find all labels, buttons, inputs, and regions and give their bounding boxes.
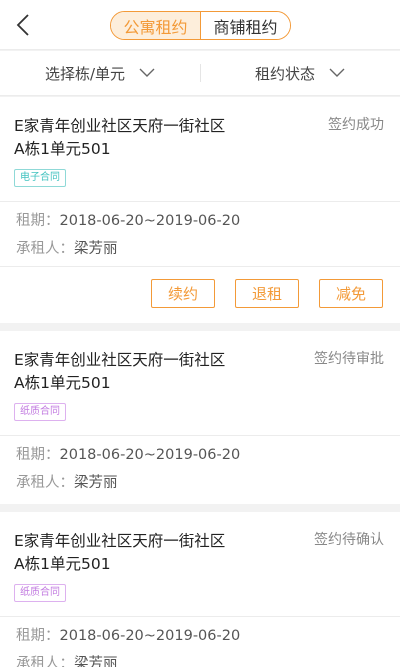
tenant-label: 承租人： — [16, 475, 74, 491]
tab-shop-lease[interactable]: 商铺租约 — [201, 12, 290, 39]
address-line-1: E家青年创业社区天府一街社区 — [14, 117, 226, 135]
contract-type-badge: 纸质合同 — [14, 403, 66, 421]
tenant: 承租人：梁芳丽 — [16, 654, 118, 667]
renew-button[interactable]: 续约 — [151, 279, 215, 308]
tenant-name: 梁芳丽 — [74, 656, 118, 667]
building-unit-filter[interactable]: 选择栋/单元 — [0, 51, 200, 95]
lease-type-switch: 公寓租约 商铺租约 — [110, 11, 291, 40]
terminate-lease-button[interactable]: 退租 — [235, 279, 299, 308]
card-actions: 续约 退租 减免 — [0, 266, 400, 324]
lease-period-value: 2018-06-20~2019-06-20 — [59, 213, 241, 229]
contract-card[interactable]: E家青年创业社区天府一街社区 A栋1单元501 签约待审批 纸质合同 租期：20… — [0, 331, 400, 504]
building-unit-filter-label: 选择栋/单元 — [44, 64, 126, 83]
contract-address: E家青年创业社区天府一街社区 A栋1单元501 — [14, 530, 284, 576]
contract-address: E家青年创业社区天府一街社区 A栋1单元501 — [14, 349, 284, 395]
address-line-1: E家青年创业社区天府一街社区 — [14, 532, 226, 550]
tenant-name: 梁芳丽 — [74, 241, 118, 257]
lease-period: 租期：2018-06-20~2019-06-20 — [16, 211, 240, 231]
lease-period-label: 租期： — [16, 213, 60, 229]
chevron-down-icon — [139, 68, 155, 78]
contract-type-badge: 电子合同 — [14, 169, 66, 187]
address-line-2: A栋1单元501 — [14, 140, 111, 158]
address-line-2: A栋1单元501 — [14, 555, 111, 573]
lease-status-filter[interactable]: 租约状态 — [200, 51, 400, 95]
lease-period-value: 2018-06-20~2019-06-20 — [59, 447, 241, 463]
lease-period: 租期：2018-06-20~2019-06-20 — [16, 445, 240, 465]
contract-card[interactable]: E家青年创业社区天府一街社区 A栋1单元501 签约待确认 纸质合同 租期：20… — [0, 512, 400, 667]
rent-reduction-button[interactable]: 减免 — [319, 279, 383, 308]
back-arrow-icon — [16, 14, 29, 36]
contract-status: 签约待审批 — [314, 351, 384, 367]
chevron-down-icon — [329, 68, 345, 78]
contract-address: E家青年创业社区天府一街社区 A栋1单元501 — [14, 115, 284, 161]
card-divider — [0, 435, 400, 436]
tab-apartment-lease[interactable]: 公寓租约 — [111, 12, 201, 39]
address-line-1: E家青年创业社区天府一街社区 — [14, 351, 226, 369]
lease-status-filter-label: 租约状态 — [254, 64, 315, 83]
back-button[interactable] — [6, 8, 40, 42]
lease-period-label: 租期： — [16, 447, 60, 463]
contract-card[interactable]: E家青年创业社区天府一街社区 A栋1单元501 签约成功 电子合同 租期：201… — [0, 97, 400, 323]
tenant-name: 梁芳丽 — [74, 475, 118, 491]
lease-period: 租期：2018-06-20~2019-06-20 — [16, 626, 240, 646]
tenant: 承租人：梁芳丽 — [16, 239, 118, 259]
lease-period-value: 2018-06-20~2019-06-20 — [59, 628, 241, 644]
tenant-label: 承租人： — [16, 656, 74, 667]
filter-bar: 选择栋/单元 租约状态 — [0, 51, 400, 96]
card-divider — [0, 201, 400, 202]
address-line-2: A栋1单元501 — [14, 374, 111, 392]
tenant-label: 承租人： — [16, 241, 74, 257]
contract-type-badge: 纸质合同 — [14, 584, 66, 602]
contract-status: 签约成功 — [328, 117, 384, 133]
contract-status: 签约待确认 — [314, 532, 384, 548]
card-divider — [0, 616, 400, 617]
tenant: 承租人：梁芳丽 — [16, 473, 118, 493]
app-header: 公寓租约 商铺租约 — [0, 0, 400, 50]
lease-period-label: 租期： — [16, 628, 60, 644]
